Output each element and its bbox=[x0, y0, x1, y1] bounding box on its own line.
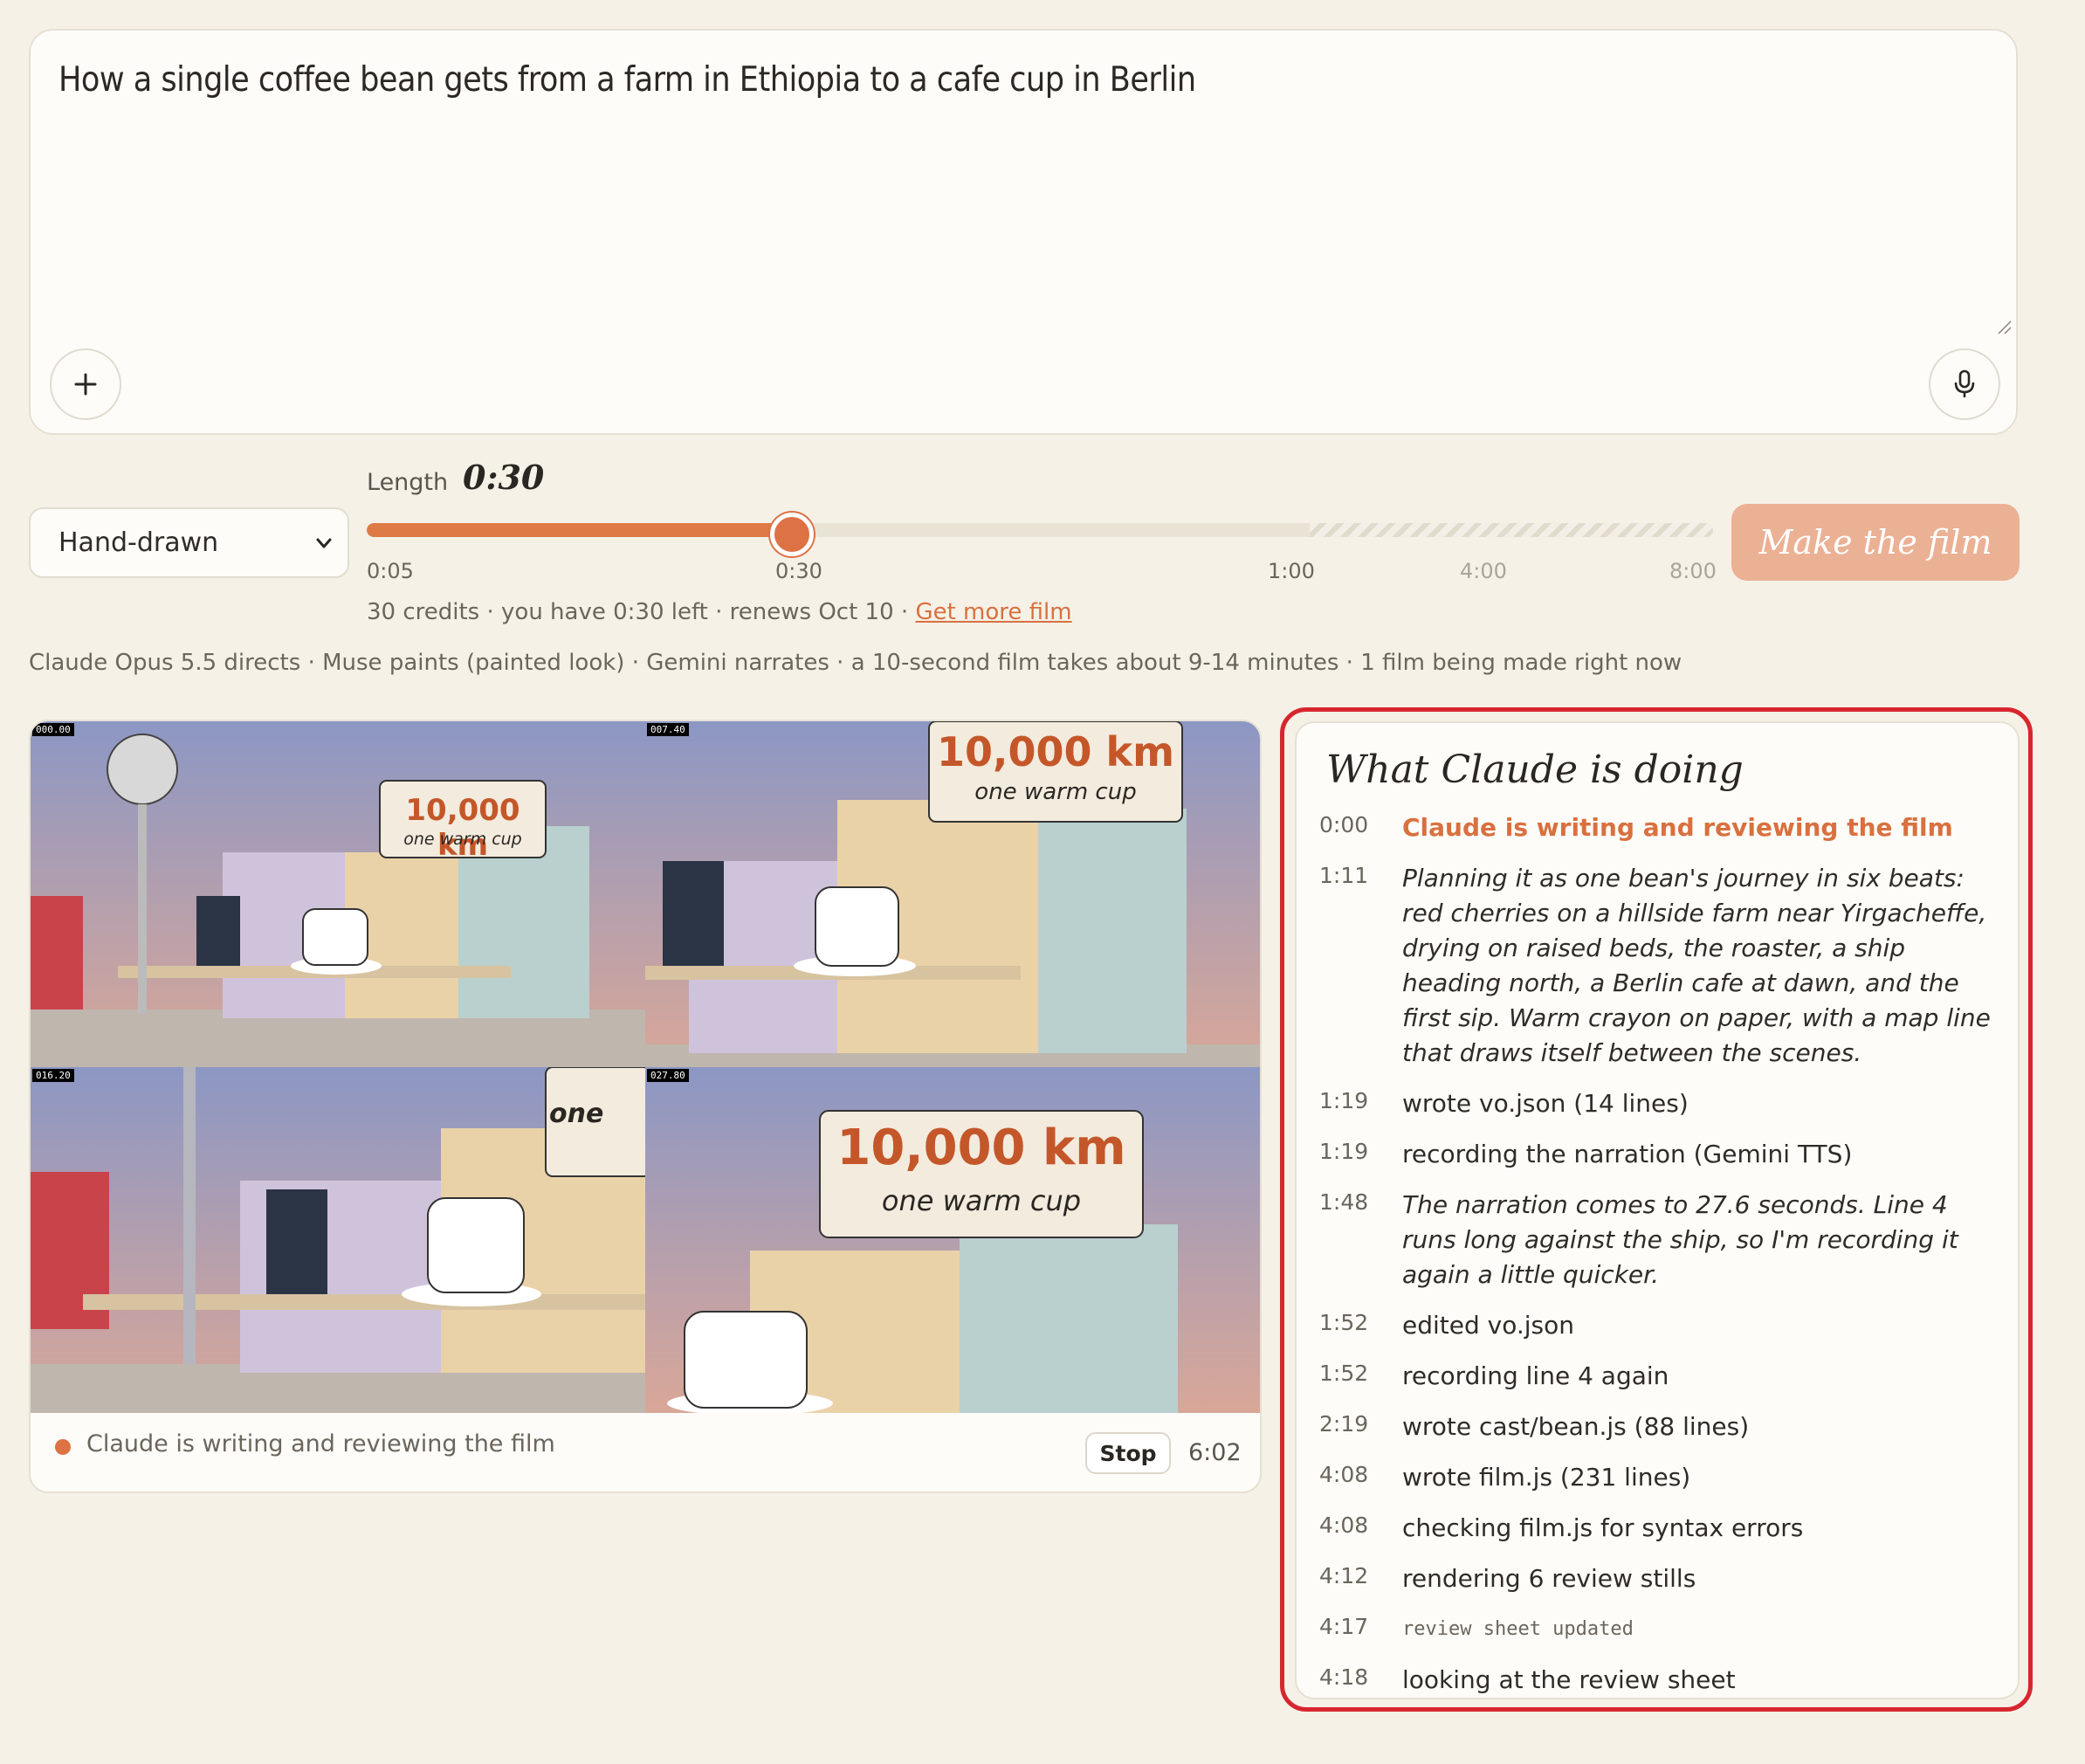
log-entry-time: 4:17 bbox=[1319, 1614, 1369, 1639]
microphone-button[interactable] bbox=[1929, 348, 2000, 420]
status-indicator bbox=[55, 1439, 71, 1455]
log-entry: 4:17 review sheet updated bbox=[1319, 1612, 2000, 1647]
review-still: 10,000 km one warm cup 000.00 bbox=[31, 721, 645, 1067]
log-entry-time: 4:18 bbox=[1319, 1664, 1369, 1690]
film-preview-card: 10,000 km one warm cup 000.00 10,000 km … bbox=[29, 720, 1262, 1493]
log-entry: 4:08 wrote film.js (231 lines) bbox=[1319, 1460, 2000, 1495]
log-entry: 1:48 The narration comes to 27.6 seconds.… bbox=[1319, 1188, 2000, 1292]
log-entry: 4:18 looking at the review sheet bbox=[1319, 1663, 2000, 1698]
tick-label: 4:00 bbox=[1460, 559, 1507, 583]
log-entry-time: 1:48 bbox=[1319, 1189, 1369, 1215]
log-entry: 4:12 rendering 6 review stills bbox=[1319, 1561, 2000, 1596]
review-still: 10,000 km one warm cup 027.80 bbox=[645, 1067, 1260, 1413]
style-select[interactable]: Hand-drawn bbox=[29, 507, 349, 578]
pipeline-info: Claude Opus 5.5 directs · Muse paints (p… bbox=[29, 650, 1682, 676]
prompt-text[interactable]: How a single coffee bean gets from a far… bbox=[58, 60, 1196, 100]
elapsed-time: 6:02 bbox=[1188, 1439, 1242, 1466]
microphone-icon bbox=[1954, 369, 1975, 397]
log-entry-time: 4:12 bbox=[1319, 1563, 1369, 1588]
frame-subtitle: one warm cup bbox=[974, 779, 1137, 805]
make-the-film-button[interactable]: Make the film bbox=[1731, 504, 2020, 581]
log-entry-message: wrote cast/bean.js (88 lines) bbox=[1402, 1412, 1750, 1441]
length-slider-handle[interactable] bbox=[770, 513, 815, 556]
log-list: 0:00 Claude is writing and reviewing the … bbox=[1319, 810, 2000, 1698]
locked-length-range bbox=[1310, 523, 1713, 537]
tick-label: 0:05 bbox=[367, 559, 414, 583]
frame-headline: 10,000 km bbox=[936, 728, 1175, 775]
log-entry-message: Claude is writing and reviewing the film bbox=[1402, 813, 1953, 842]
get-more-film-link[interactable]: Get more film bbox=[915, 599, 1071, 625]
frame-subtitle: one warm cup bbox=[881, 1184, 1082, 1217]
tick-label: 8:00 bbox=[1669, 559, 1717, 583]
log-entry-message: review sheet updated bbox=[1402, 1618, 1634, 1640]
prompt-textarea[interactable]: How a single coffee bean gets from a far… bbox=[29, 29, 2018, 435]
frame-headline: 10,000 km bbox=[836, 1120, 1126, 1176]
plus-icon bbox=[74, 373, 97, 396]
add-attachment-button[interactable] bbox=[50, 348, 121, 420]
log-entry: 1:11 Planning it as one bean's journey in… bbox=[1319, 861, 2000, 1071]
frame-timestamp: 000.00 bbox=[32, 723, 74, 736]
player-status: Claude is writing and reviewing the film bbox=[86, 1430, 555, 1457]
tick-label: 1:00 bbox=[1268, 559, 1315, 583]
log-entry: 4:08 checking film.js for syntax errors bbox=[1319, 1511, 2000, 1546]
chevron-down-icon bbox=[316, 538, 332, 548]
review-still: one 016.20 bbox=[31, 1067, 645, 1413]
log-entry-message: rendering 6 review stills bbox=[1402, 1564, 1696, 1593]
log-entry-time: 1:19 bbox=[1319, 1088, 1369, 1113]
length-slider-fill bbox=[367, 523, 793, 537]
frame-timestamp: 007.40 bbox=[647, 723, 689, 736]
log-entry: 1:52 recording line 4 again bbox=[1319, 1359, 2000, 1394]
log-entry: 1:19 wrote vo.json (14 lines) bbox=[1319, 1086, 2000, 1121]
log-entry-message: recording the narration (Gemini TTS) bbox=[1402, 1140, 1853, 1168]
log-entry-time: 1:52 bbox=[1319, 1361, 1369, 1386]
length-label: Length bbox=[367, 469, 449, 496]
style-select-value: Hand-drawn bbox=[58, 527, 219, 558]
log-entry-time: 1:19 bbox=[1319, 1139, 1369, 1164]
frame-headline: 10,000 km bbox=[405, 793, 520, 863]
log-entry-message: wrote film.js (231 lines) bbox=[1402, 1463, 1691, 1492]
log-entry-message: checking film.js for syntax errors bbox=[1402, 1513, 1804, 1542]
log-entry-time: 2:19 bbox=[1319, 1411, 1369, 1437]
log-entry-time: 1:52 bbox=[1319, 1310, 1369, 1335]
resize-grip-icon[interactable] bbox=[1997, 320, 2013, 335]
log-entry-time: 4:08 bbox=[1319, 1512, 1369, 1538]
log-entry-message: The narration comes to 27.6 seconds. Lin… bbox=[1402, 1190, 1958, 1289]
log-entry-message: Planning it as one bean's journey in six… bbox=[1402, 864, 1991, 1067]
log-entry: 2:19 wrote cast/bean.js (88 lines) bbox=[1319, 1409, 2000, 1444]
credits-info: 30 credits · you have 0:30 left · renews… bbox=[367, 599, 1072, 625]
stop-button[interactable]: Stop bbox=[1085, 1432, 1171, 1474]
log-title: What Claude is doing bbox=[1326, 748, 1744, 792]
frame-timestamp: 027.80 bbox=[647, 1069, 689, 1082]
log-entry-message: wrote vo.json (14 lines) bbox=[1402, 1089, 1689, 1118]
frame-timestamp: 016.20 bbox=[32, 1069, 74, 1082]
log-entry-time: 4:08 bbox=[1319, 1462, 1369, 1487]
length-value: 0:30 bbox=[463, 458, 545, 497]
log-entry: 1:19 recording the narration (Gemini TTS) bbox=[1319, 1137, 2000, 1172]
tick-label: 0:30 bbox=[775, 559, 822, 583]
log-entry-time: 1:11 bbox=[1319, 863, 1369, 888]
activity-log-panel[interactable]: What Claude is doing 0:00 Claude is writi… bbox=[1295, 721, 2020, 1699]
log-entry-message: recording line 4 again bbox=[1402, 1361, 1669, 1390]
frame-subtitle: one warm cup bbox=[403, 830, 522, 849]
log-entry-message: edited vo.json bbox=[1402, 1311, 1575, 1340]
length-slider-track[interactable] bbox=[367, 523, 1713, 537]
credits-text: 30 credits · you have 0:30 left · renews… bbox=[367, 599, 916, 625]
frame-subtitle: one bbox=[549, 1099, 604, 1129]
review-still: 10,000 km one warm cup 007.40 bbox=[645, 721, 1260, 1067]
log-entry-time: 0:00 bbox=[1319, 812, 1369, 837]
log-entry-message: looking at the review sheet bbox=[1402, 1665, 1736, 1694]
log-entry: 0:00 Claude is writing and reviewing the … bbox=[1319, 810, 2000, 845]
log-entry: 1:52 edited vo.json bbox=[1319, 1308, 2000, 1343]
